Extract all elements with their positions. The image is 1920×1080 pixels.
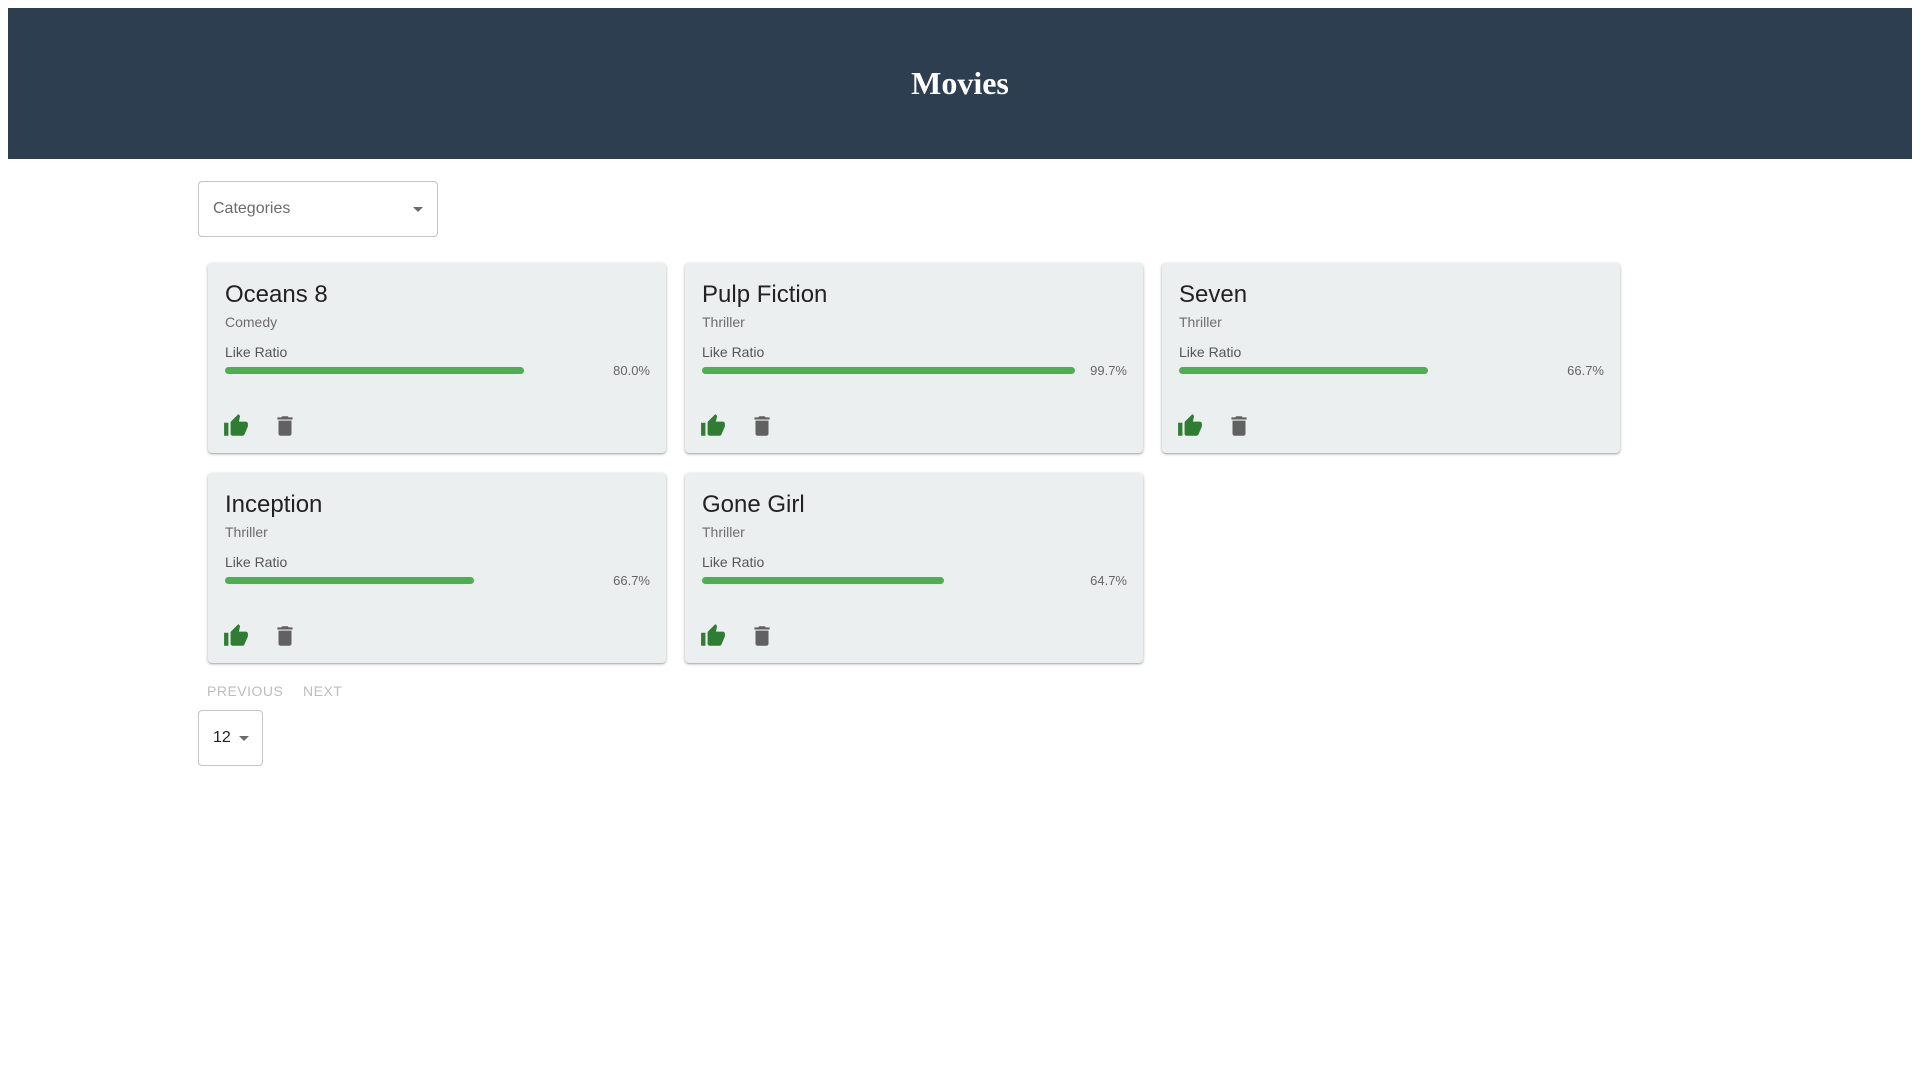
movie-title: Gone Girl [702,491,805,518]
like-button[interactable] [223,623,249,649]
movie-card: Seven Thriller Like Ratio 66.7% [1162,263,1620,453]
trash-icon [754,626,770,646]
like-ratio-bar-fill [702,577,944,584]
delete-button[interactable] [749,413,775,439]
thumb-up-icon [224,414,248,436]
movie-category: Thriller [702,524,745,540]
like-ratio-value: 99.7% [1090,363,1127,378]
like-ratio-bar [702,577,1076,584]
chevron-down-icon [413,206,423,212]
thumb-up-icon [701,624,725,646]
chevron-down-icon [238,735,249,741]
thumb-up-icon [224,624,248,646]
delete-button[interactable] [749,623,775,649]
trash-icon [277,416,293,436]
like-button[interactable] [1177,413,1203,439]
trash-icon [754,416,770,436]
movie-card: Gone Girl Thriller Like Ratio 64.7% [685,473,1143,663]
like-ratio-bar [1179,367,1553,374]
like-ratio-label: Like Ratio [225,344,288,360]
movie-category: Thriller [702,314,745,330]
like-ratio-bar-fill [702,367,1075,374]
like-ratio-value: 66.7% [613,573,650,588]
movie-card: Inception Thriller Like Ratio 66.7% [208,473,666,663]
movie-title: Oceans 8 [225,281,328,308]
movie-card: Pulp Fiction Thriller Like Ratio 99.7% [685,263,1143,453]
per-page-value: 12 [213,729,231,746]
like-ratio-bar-fill [225,577,475,584]
page-title: Movies [911,65,1009,101]
movie-category: Thriller [1179,314,1222,330]
page: Movies Categories Oceans 8 Comedy Like R… [0,0,1920,1080]
like-ratio-label: Like Ratio [702,344,765,360]
trash-icon [1231,416,1247,436]
like-ratio-bar [225,367,599,374]
next-button[interactable]: NEXT [303,683,342,699]
trash-icon [277,626,293,646]
movie-title: Inception [225,491,323,518]
delete-button[interactable] [272,623,298,649]
category-select-label: Categories [213,200,291,217]
like-ratio-bar-fill [1179,367,1429,374]
like-button[interactable] [223,413,249,439]
thumb-up-icon [701,414,725,436]
category-select[interactable]: Categories [198,181,438,237]
like-ratio-label: Like Ratio [702,554,765,570]
previous-button[interactable]: PREVIOUS [207,683,283,699]
delete-button[interactable] [272,413,298,439]
like-ratio-label: Like Ratio [1179,344,1242,360]
thumb-up-icon [1178,414,1202,436]
like-button[interactable] [700,413,726,439]
like-ratio-bar [225,577,599,584]
movie-category: Thriller [225,524,268,540]
delete-button[interactable] [1226,413,1252,439]
like-button[interactable] [700,623,726,649]
like-ratio-value: 80.0% [613,363,650,378]
like-ratio-bar-fill [225,367,525,374]
movie-title: Seven [1179,281,1248,308]
app-header: Movies [8,8,1912,159]
like-ratio-label: Like Ratio [225,554,288,570]
per-page-select[interactable]: 12 [198,710,263,766]
movie-category: Comedy [225,314,278,330]
movie-title: Pulp Fiction [702,281,828,308]
like-ratio-value: 64.7% [1090,573,1127,588]
like-ratio-bar [702,367,1076,374]
like-ratio-value: 66.7% [1567,363,1604,378]
movie-card: Oceans 8 Comedy Like Ratio 80.0% [208,263,666,453]
